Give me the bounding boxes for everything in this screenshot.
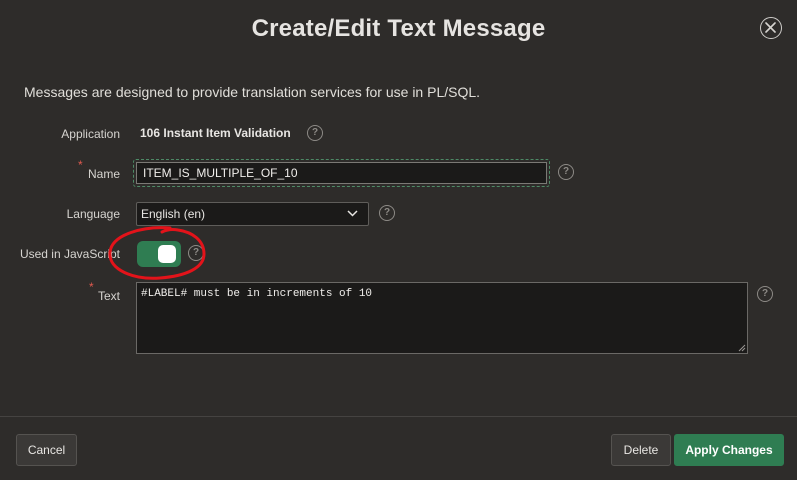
text-help-icon[interactable]: ?: [757, 286, 773, 302]
close-button[interactable]: [760, 17, 782, 39]
text-label: Text: [97, 289, 120, 303]
text-textarea-value: #LABEL# must be in increments of 10: [141, 288, 373, 300]
used-in-javascript-help-icon[interactable]: ?: [188, 245, 204, 261]
resize-grip-icon[interactable]: [738, 344, 746, 352]
dialog-header: Create/Edit Text Message: [0, 0, 797, 58]
application-value: 106 Instant Item Validation: [140, 126, 291, 140]
text-textarea[interactable]: #LABEL# must be in increments of 10: [136, 282, 748, 354]
dialog-title: Create/Edit Text Message: [251, 15, 546, 42]
language-select[interactable]: English (en): [136, 202, 369, 226]
name-field-wrapper: [133, 159, 550, 187]
used-in-javascript-toggle[interactable]: [137, 241, 181, 267]
application-help-icon[interactable]: ?: [307, 125, 323, 141]
chevron-down-icon: [347, 210, 358, 217]
language-select-value: English (en): [141, 207, 206, 221]
language-help-icon[interactable]: ?: [379, 205, 395, 221]
create-edit-text-message-dialog: Create/Edit Text Message Messages are de…: [0, 0, 797, 480]
dialog-body: Messages are designed to provide transla…: [0, 58, 797, 416]
name-label: Name: [87, 167, 120, 181]
toggle-knob: [158, 245, 176, 263]
delete-button[interactable]: Delete: [611, 434, 671, 466]
intro-text: Messages are designed to provide transla…: [24, 84, 481, 100]
application-label: Application: [61, 127, 120, 141]
language-label: Language: [66, 207, 120, 221]
dialog-footer: Cancel Delete Apply Changes: [0, 416, 797, 480]
name-help-icon[interactable]: ?: [558, 164, 574, 180]
used-in-javascript-label: Used in JavaScript: [19, 247, 120, 261]
name-input[interactable]: [136, 162, 547, 184]
cancel-button[interactable]: Cancel: [16, 434, 77, 466]
close-icon: [765, 22, 776, 33]
apply-changes-button[interactable]: Apply Changes: [674, 434, 784, 466]
